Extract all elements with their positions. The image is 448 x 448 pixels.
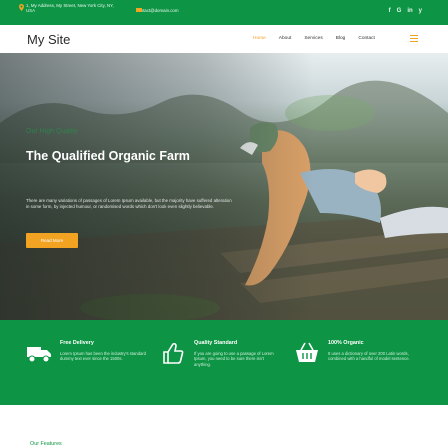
social-links: f G in y (389, 8, 422, 14)
contact-email[interactable]: contact@domain.com (126, 8, 179, 13)
feature-description: Lorem Ipsum has been the industry's stan… (60, 351, 146, 362)
read-more-button[interactable]: Read More (26, 233, 78, 248)
nav-item-contact[interactable]: Contact (358, 36, 375, 41)
site-brand[interactable]: My Site (27, 32, 70, 47)
google-plus-icon[interactable]: G (397, 8, 402, 14)
hamburger-menu-icon[interactable] (410, 35, 418, 42)
main-navbar: My Site Home About Services Blog Contact (0, 25, 448, 53)
section-heading: Our Features (30, 441, 62, 447)
hero-title: The Qualified Organic Farm (26, 149, 190, 163)
twitter-icon[interactable]: y (419, 8, 422, 14)
map-pin-icon (19, 4, 24, 11)
hero-overlay (0, 53, 448, 320)
thumbs-up-icon (163, 342, 184, 364)
feature-title: Quality Standard (194, 340, 238, 346)
truck-icon (27, 347, 51, 363)
linkedin-icon[interactable]: in (407, 8, 412, 14)
email-text: contact@domain.com (136, 8, 179, 13)
basket-icon (296, 342, 318, 362)
feature-description: It uses a dictionary of over 200 Latin w… (328, 351, 410, 362)
contact-address: 1, My Address, My Street, New York City,… (26, 3, 114, 14)
top-bar: 1, My Address, My Street, New York City,… (0, 0, 448, 25)
nav-item-about[interactable]: About (279, 36, 292, 41)
envelope-icon (136, 8, 142, 12)
nav-item-home[interactable]: Home (253, 36, 266, 41)
facebook-icon[interactable]: f (389, 8, 391, 14)
nav-menu: Home About Services Blog Contact (253, 36, 375, 41)
hero-banner: Our High Quality The Qualified Organic F… (0, 53, 448, 320)
features-section: Our Features (0, 405, 448, 448)
feature-description: If you are going to use a passage of Lor… (194, 351, 274, 367)
nav-item-services[interactable]: Services (304, 36, 322, 41)
features-bar: Free Delivery Lorem Ipsum has been the i… (0, 320, 448, 405)
feature-title: Free Delivery (60, 340, 94, 346)
nav-item-blog[interactable]: Blog (336, 36, 346, 41)
hero-kicker: Our High Quality (26, 128, 78, 135)
feature-title: 100% Organic (328, 340, 364, 346)
hero-description: There are many variations of passages of… (26, 198, 232, 209)
